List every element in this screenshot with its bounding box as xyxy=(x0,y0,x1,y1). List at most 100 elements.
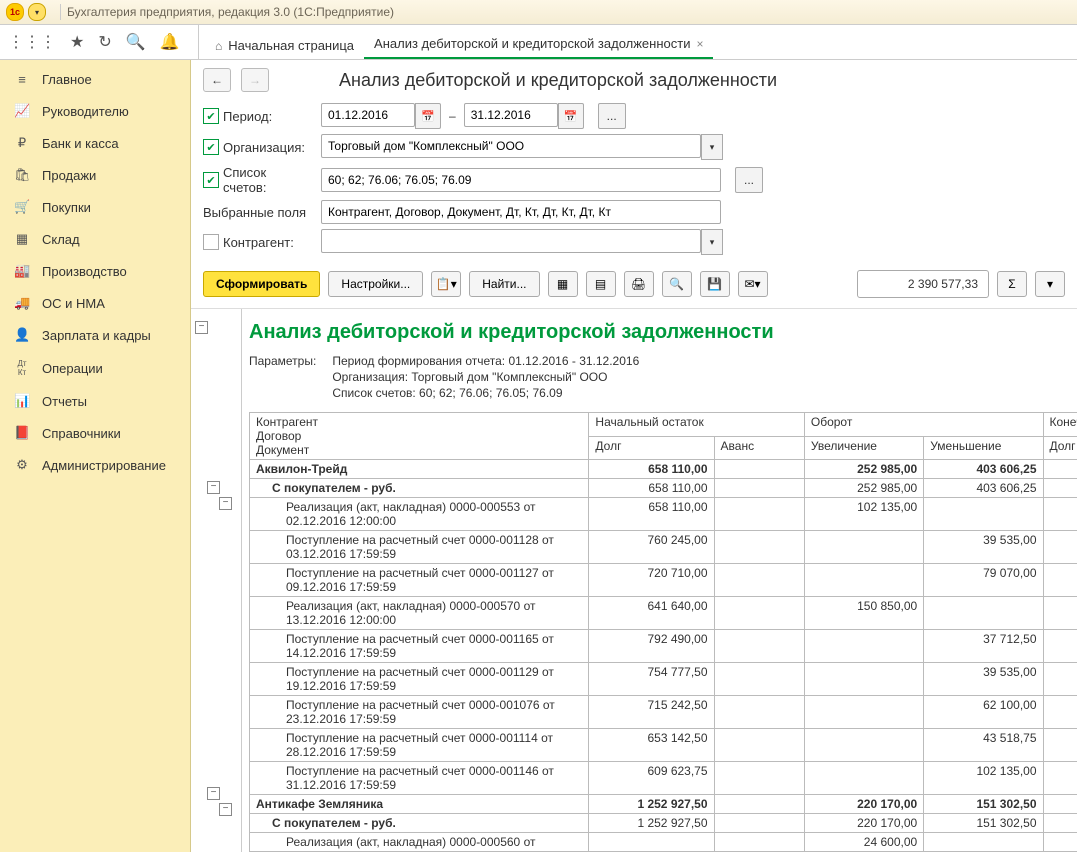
window-title: Бухгалтерия предприятия, редакция 3.0 (1… xyxy=(67,5,394,19)
tree-collapse-icon[interactable]: − xyxy=(207,787,220,800)
calendar-icon[interactable]: 📅 xyxy=(415,103,441,129)
tab-home[interactable]: ⌂ Начальная страница xyxy=(205,30,364,59)
print-button[interactable]: 🖨 xyxy=(624,271,654,297)
more-button[interactable]: ▾ xyxy=(1035,271,1065,297)
sidebar-icon: 🛍 xyxy=(14,167,30,183)
sidebar: ≡ Главное 📈Руководителю ₽ Банк и касса 🛍Прода… xyxy=(0,60,191,852)
table-row[interactable]: Поступление на расчетный счет 0000-00112… xyxy=(250,564,1077,597)
sidebar-label: Руководителю xyxy=(42,104,129,119)
run-button[interactable]: Сформировать xyxy=(203,271,320,297)
table-row[interactable]: Антикафе Земляника1 252 927,50220 170,00… xyxy=(250,795,1077,814)
table-row[interactable]: Реализация (акт, накладная) 0000-000553 … xyxy=(250,498,1077,531)
nav-forward-button[interactable]: → xyxy=(241,68,269,92)
favorite-icon[interactable]: ★ xyxy=(70,32,84,52)
app-menu-dropdown[interactable]: ▾ xyxy=(28,3,46,21)
date-to-input[interactable] xyxy=(464,103,558,127)
table-row[interactable]: С покупателем - руб.1 252 927,50220 170,… xyxy=(250,814,1077,833)
sidebar-label: Банк и касса xyxy=(42,136,119,151)
bell-icon[interactable]: 🔔 xyxy=(160,32,180,52)
contragent-checkbox[interactable] xyxy=(203,234,219,250)
tree-collapse-icon[interactable]: − xyxy=(219,497,232,510)
sidebar-icon: 📊 xyxy=(14,393,30,409)
dropdown-icon[interactable]: ▾ xyxy=(701,134,723,160)
sidebar-item[interactable]: 🏭 Производство xyxy=(0,255,190,287)
sidebar-label: Администрирование xyxy=(42,458,166,473)
sidebar-label: Производство xyxy=(42,264,127,279)
report-table: Контрагент Договор Документ Начальный ос… xyxy=(249,412,1077,852)
sidebar-item[interactable]: 🛍Продажи xyxy=(0,159,190,191)
save-button[interactable]: 💾 xyxy=(700,271,730,297)
table-row[interactable]: Поступление на расчетный счет 0000-00107… xyxy=(250,696,1077,729)
tree-collapse-icon[interactable]: − xyxy=(207,481,220,494)
fields-input[interactable] xyxy=(321,200,721,224)
sum-display: 2 390 577,33 xyxy=(857,270,989,298)
email-button[interactable]: ✉▾ xyxy=(738,271,768,297)
copy-button[interactable]: 📋▾ xyxy=(431,271,461,297)
sidebar-item[interactable]: 🚚 ОС и НМА xyxy=(0,287,190,319)
report-area: Анализ дебиторской и кредиторской задолж… xyxy=(191,308,1077,852)
sidebar-icon: ⚙ xyxy=(14,457,30,473)
sidebar-icon: 🛒 xyxy=(14,199,30,215)
sidebar-item[interactable]: 📈Руководителю xyxy=(0,95,190,127)
sidebar-icon: ▦ xyxy=(14,231,30,247)
sidebar-item[interactable]: ≡ Главное xyxy=(0,64,190,95)
sidebar-label: Справочники xyxy=(42,426,121,441)
accounts-picker-button[interactable]: ... xyxy=(735,167,763,193)
sidebar-item[interactable]: Дт Кт Операции xyxy=(0,351,190,385)
sidebar-item[interactable]: ₽ Банк и касса xyxy=(0,127,190,159)
table-row[interactable]: Поступление на расчетный счет 0000-00116… xyxy=(250,630,1077,663)
sidebar-item[interactable]: 📕Справочники xyxy=(0,417,190,449)
table-row[interactable]: Аквилон-Трейд658 110,00252 985,00403 606… xyxy=(250,460,1077,479)
tree-collapse-icon[interactable]: − xyxy=(195,321,208,334)
find-button[interactable]: Найти... xyxy=(469,271,539,297)
table-row[interactable]: Поступление на расчетный счет 0000-00112… xyxy=(250,531,1077,564)
sidebar-icon: Дт Кт xyxy=(14,359,30,377)
sidebar-item[interactable]: 🛒Покупки xyxy=(0,191,190,223)
period-checkbox[interactable]: ✔ xyxy=(203,108,219,124)
preview-button[interactable]: 🔍 xyxy=(662,271,692,297)
nav-back-button[interactable]: ← xyxy=(203,68,231,92)
table-row[interactable]: Реализация (акт, накладная) 0000-000560 … xyxy=(250,833,1077,852)
org-checkbox[interactable]: ✔ xyxy=(203,139,219,155)
tab-report[interactable]: Анализ дебиторской и кредиторской задолж… xyxy=(364,28,713,59)
sidebar-icon: 👤 xyxy=(14,327,30,343)
sidebar-label: ОС и НМА xyxy=(42,296,105,311)
org-input[interactable] xyxy=(321,134,701,158)
collapse-all-button[interactable]: ▤ xyxy=(586,271,616,297)
period-picker-button[interactable]: ... xyxy=(598,103,626,129)
sidebar-label: Отчеты xyxy=(42,394,87,409)
date-from-input[interactable] xyxy=(321,103,415,127)
contragent-input[interactable] xyxy=(321,229,701,253)
accounts-input[interactable] xyxy=(321,168,721,192)
close-icon[interactable]: × xyxy=(696,37,703,51)
sidebar-item[interactable]: 👤 Зарплата и кадры xyxy=(0,319,190,351)
sidebar-icon: 🏭 xyxy=(14,263,30,279)
settings-button[interactable]: Настройки... xyxy=(328,271,423,297)
accounts-checkbox[interactable]: ✔ xyxy=(203,172,219,188)
apps-icon[interactable]: ⋮⋮⋮ xyxy=(8,32,56,52)
sidebar-label: Операции xyxy=(42,361,103,376)
table-row[interactable]: С покупателем - руб.658 110,00252 985,00… xyxy=(250,479,1077,498)
sidebar-label: Зарплата и кадры xyxy=(42,328,151,343)
history-icon[interactable]: ↻ xyxy=(98,32,111,52)
search-icon[interactable]: 🔍 xyxy=(126,32,146,52)
dropdown-icon[interactable]: ▾ xyxy=(701,229,723,255)
sidebar-icon: 🚚 xyxy=(14,295,30,311)
table-row[interactable]: Поступление на расчетный счет 0000-00114… xyxy=(250,762,1077,795)
report-title: Анализ дебиторской и кредиторской задолж… xyxy=(249,321,1065,344)
page-title: Анализ дебиторской и кредиторской задолж… xyxy=(339,70,777,91)
expand-all-button[interactable]: ▦ xyxy=(548,271,578,297)
sidebar-icon: ≡ xyxy=(14,72,30,87)
app-logo-icon: 1c xyxy=(6,3,24,21)
sidebar-label: Главное xyxy=(42,72,92,87)
sidebar-item[interactable]: 📊 Отчеты xyxy=(0,385,190,417)
sidebar-icon: ₽ xyxy=(14,135,30,151)
tree-collapse-icon[interactable]: − xyxy=(219,803,232,816)
table-row[interactable]: Поступление на расчетный счет 0000-00112… xyxy=(250,663,1077,696)
sidebar-item[interactable]: ▦Склад xyxy=(0,223,190,255)
table-row[interactable]: Поступление на расчетный счет 0000-00111… xyxy=(250,729,1077,762)
calendar-icon[interactable]: 📅 xyxy=(558,103,584,129)
sigma-button[interactable]: Σ xyxy=(997,271,1027,297)
table-row[interactable]: Реализация (акт, накладная) 0000-000570 … xyxy=(250,597,1077,630)
sidebar-item[interactable]: ⚙ Администрирование xyxy=(0,449,190,481)
